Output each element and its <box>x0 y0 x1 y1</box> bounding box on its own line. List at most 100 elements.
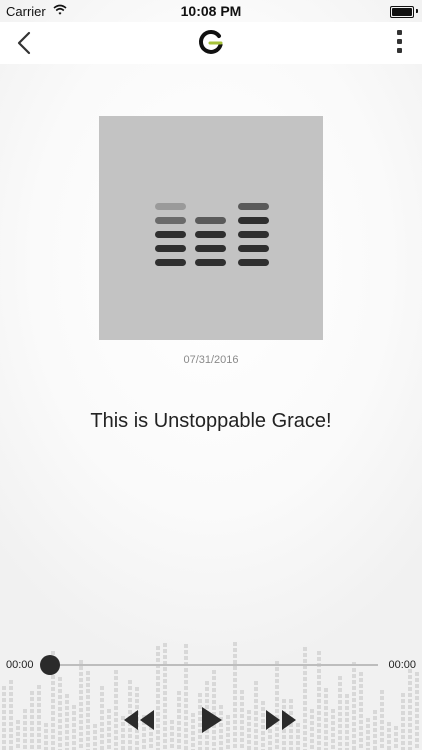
waveform-bar-segment <box>9 740 13 744</box>
waveform-bar-segment <box>100 746 104 750</box>
waveform-bar-segment <box>100 740 104 744</box>
waveform-bar-segment <box>163 643 167 647</box>
waveform-bar-segment <box>380 690 384 694</box>
waveform-bar-segment <box>408 693 412 697</box>
waveform-bar-segment <box>163 649 167 653</box>
waveform-bar-segment <box>226 745 230 749</box>
waveform-bar-segment <box>79 684 83 688</box>
episode-title: This is Unstoppable Grace! <box>90 410 332 432</box>
waveform-bar-segment <box>184 650 188 654</box>
waveform-bar-segment <box>163 679 167 683</box>
waveform-bar-segment <box>212 682 216 686</box>
progress-slider-track[interactable] <box>44 664 378 666</box>
waveform-bar-segment <box>338 676 342 680</box>
waveform-bar-segment <box>205 687 209 691</box>
waveform-bar-segment <box>163 667 167 671</box>
waveform-bar-segment <box>30 691 34 695</box>
waveform-bar-segment <box>2 746 6 750</box>
waveform-bar-segment <box>9 680 13 684</box>
waveform-bar-segment <box>359 690 363 694</box>
waveform-bar-segment <box>100 692 104 696</box>
waveform-bar-segment <box>359 672 363 676</box>
waveform-bar-segment <box>254 693 258 697</box>
waveform-bar-segment <box>317 675 321 679</box>
waveform-bar-segment <box>114 694 118 698</box>
waveform-bar-segment <box>121 740 125 744</box>
play-icon[interactable] <box>198 705 224 735</box>
waveform-bar-segment <box>317 657 321 661</box>
waveform-bar-segment <box>303 743 307 747</box>
waveform-bar-segment <box>51 693 55 697</box>
waveform-bar-segment <box>184 686 188 690</box>
waveform-bar-segment <box>163 655 167 659</box>
waveform-bar-segment <box>156 676 160 680</box>
waveform-bar-segment <box>275 667 279 671</box>
waveform-bar-segment <box>163 685 167 689</box>
waveform-bar-segment <box>408 687 412 691</box>
waveform-bar-segment <box>303 647 307 651</box>
waveform-bar-segment <box>254 681 258 685</box>
waveform-bar-segment <box>135 693 139 697</box>
waveform-bar-segment <box>275 745 279 749</box>
waveform-bar-segment <box>163 691 167 695</box>
waveform-bar-segment <box>177 745 181 749</box>
waveform-bar-segment <box>387 740 391 744</box>
waveform-bar-segment <box>9 686 13 690</box>
waveform-bar-segment <box>205 741 209 745</box>
waveform-bar-segment <box>184 644 188 648</box>
waveform-bar-segment <box>114 682 118 686</box>
waveform-bar-segment <box>317 681 321 685</box>
waveform-bar-segment <box>198 693 202 697</box>
waveform-bar-segment <box>58 683 62 687</box>
waveform-bar-segment <box>415 690 419 694</box>
waveform-bar-segment <box>324 694 328 698</box>
waveform-bar-segment <box>289 741 293 745</box>
chevron-left-icon[interactable] <box>10 28 40 58</box>
waveform-bar-segment <box>408 741 412 745</box>
waveform-bar-segment <box>345 742 349 746</box>
waveform-bar-segment <box>338 688 342 692</box>
rewind-icon[interactable] <box>122 708 156 732</box>
waveform-bar-segment <box>303 659 307 663</box>
waveform-bar-segment <box>359 678 363 682</box>
waveform-bar-segment <box>233 648 237 652</box>
waveform-bar-segment <box>142 745 146 749</box>
waveform-bar-segment <box>415 672 419 676</box>
waveform-bar-segment <box>219 741 223 745</box>
waveform-bar-segment <box>100 686 104 690</box>
waveform-bar-segment <box>394 744 398 748</box>
waveform-bar-segment <box>352 686 356 690</box>
waveform-bar-segment <box>114 670 118 674</box>
waveform-bar-segment <box>191 743 195 747</box>
waveform-bar-segment <box>275 679 279 683</box>
equalizer-icon <box>155 203 269 266</box>
waveform-bar-segment <box>198 741 202 745</box>
waveform-bar-segment <box>2 740 6 744</box>
waveform-bar-segment <box>44 741 48 745</box>
waveform-bar-segment <box>51 687 55 691</box>
waveform-bar-segment <box>156 688 160 692</box>
waveform-bar-segment <box>114 742 118 746</box>
waveform-bar-segment <box>317 741 321 745</box>
waveform-bar-segment <box>65 742 69 746</box>
waveform-bar-segment <box>212 742 216 746</box>
waveform-bar-segment <box>282 741 286 745</box>
vertical-dots-icon[interactable] <box>394 30 404 58</box>
waveform-bar-segment <box>317 669 321 673</box>
waveform-bar-segment <box>296 741 300 745</box>
episode-date: 07/31/2016 <box>183 354 239 366</box>
status-bar: Carrier 10:08 PM <box>0 0 422 22</box>
waveform-bar-segment <box>156 658 160 662</box>
episode-artwork <box>99 116 323 340</box>
waveform-bar-segment <box>233 744 237 748</box>
waveform-bar-segment <box>128 686 132 690</box>
waveform-bar-segment <box>275 685 279 689</box>
fast-forward-icon[interactable] <box>264 708 298 732</box>
waveform-bar-segment <box>261 743 265 747</box>
waveform-bar-segment <box>128 680 132 684</box>
waveform-bar-segment <box>2 692 6 696</box>
progress-slider-thumb[interactable] <box>40 655 60 675</box>
waveform-bar-segment <box>352 674 356 678</box>
waveform-bar-segment <box>128 746 132 750</box>
waveform-bar-segment <box>401 693 405 697</box>
